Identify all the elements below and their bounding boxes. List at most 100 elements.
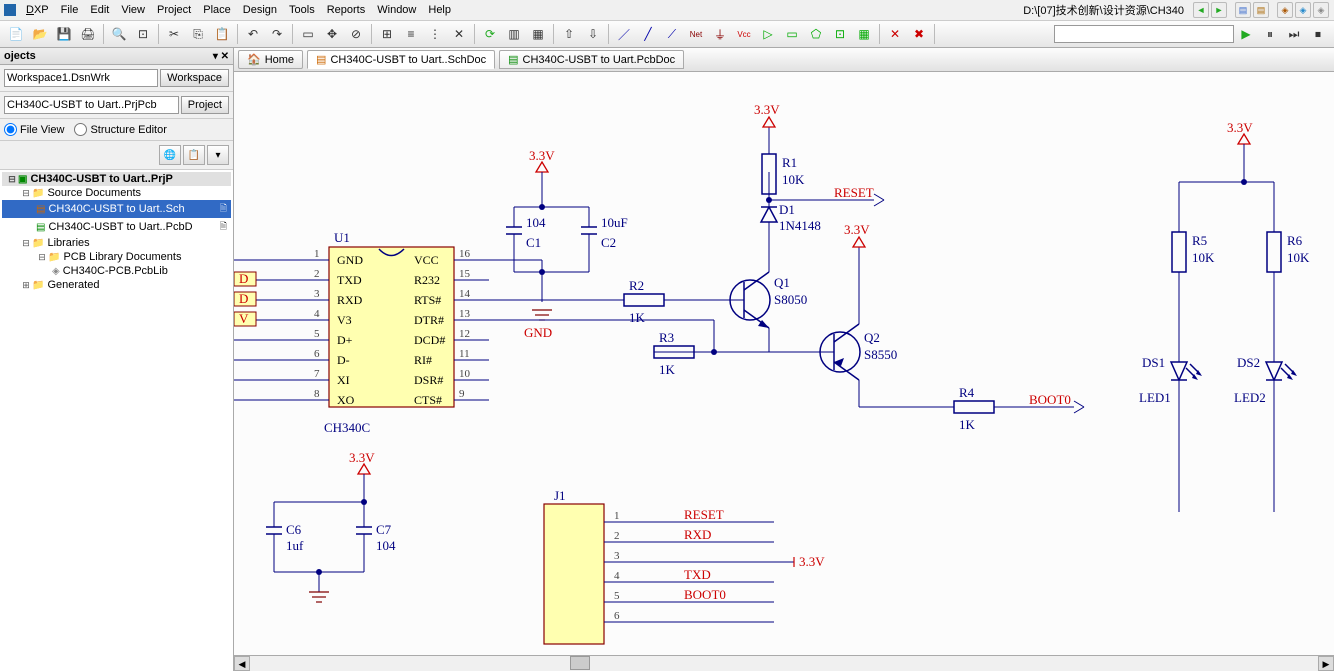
- btn5[interactable]: ◈: [1313, 2, 1329, 18]
- panel-pin-icon[interactable]: ▾ ✕: [213, 51, 229, 62]
- menu-view[interactable]: View: [115, 2, 151, 18]
- scroll-thumb[interactable]: [570, 656, 590, 670]
- tb-bus-icon[interactable]: ╱: [637, 23, 659, 45]
- tb-copy-icon[interactable]: ⎘: [187, 23, 209, 45]
- tree-pcblib[interactable]: ◈CH340C-PCB.PcbLib: [2, 264, 231, 278]
- svg-text:D+: D+: [337, 333, 353, 347]
- svg-text:10K: 10K: [1192, 250, 1215, 265]
- svg-text:3: 3: [614, 550, 620, 562]
- svg-text:VCC: VCC: [414, 253, 439, 267]
- tb-stop-icon[interactable]: ⏹: [1307, 23, 1329, 45]
- tb-move-icon[interactable]: ✥: [321, 23, 343, 45]
- svg-text:2: 2: [314, 268, 320, 280]
- svg-text:3: 3: [314, 288, 320, 300]
- search-input[interactable]: [1054, 25, 1234, 43]
- nav-fwd-button[interactable]: ►: [1211, 2, 1227, 18]
- tb-zoomfit-icon[interactable]: ⊡: [132, 23, 154, 45]
- tb-save-icon[interactable]: 💾: [53, 23, 75, 45]
- btn1[interactable]: ▤: [1235, 2, 1251, 18]
- tb-part-icon[interactable]: ▷: [757, 23, 779, 45]
- menu-edit[interactable]: Edit: [84, 2, 115, 18]
- tb-cfg-icon[interactable]: ▥: [503, 23, 525, 45]
- menu-place[interactable]: Place: [197, 2, 237, 18]
- u1-pin-nums-left: 1 2 3 4 5 6 7 8: [294, 248, 329, 400]
- menu-window[interactable]: Window: [371, 2, 422, 18]
- panel-btn1-icon[interactable]: 🌐: [159, 145, 181, 165]
- tree-libraries[interactable]: ⊟📁Libraries: [2, 236, 231, 250]
- btn2[interactable]: ▤: [1253, 2, 1269, 18]
- tb-close-icon[interactable]: ✖: [908, 23, 930, 45]
- tb-gnd-icon[interactable]: ⏚: [709, 23, 731, 45]
- menu-project[interactable]: Project: [151, 2, 197, 18]
- tb-harness-icon[interactable]: ▦: [853, 23, 875, 45]
- tb-step-icon[interactable]: ⏭: [1283, 23, 1305, 45]
- tb-refresh-icon[interactable]: ⟳: [479, 23, 501, 45]
- tb-down-icon[interactable]: ⇩: [582, 23, 604, 45]
- tb-cross-icon[interactable]: ✕: [448, 23, 470, 45]
- tb-cut-icon[interactable]: ✂: [163, 23, 185, 45]
- tb-noerc-icon[interactable]: ✕: [884, 23, 906, 45]
- tree-generated[interactable]: ⊞📁Generated: [2, 278, 231, 292]
- tree-pcb-lib-docs[interactable]: ⊟📁PCB Library Documents: [2, 250, 231, 264]
- btn4[interactable]: ◈: [1295, 2, 1311, 18]
- scroll-track[interactable]: [250, 656, 1318, 671]
- tb-desel-icon[interactable]: ⊘: [345, 23, 367, 45]
- tree-project-root[interactable]: ⊟▣CH340C-USBT to Uart..PrjP: [2, 172, 231, 186]
- tb-dist-icon[interactable]: ⋮: [424, 23, 446, 45]
- svg-text:RXD: RXD: [684, 527, 711, 542]
- scroll-right-icon[interactable]: ▶: [1318, 656, 1334, 671]
- tb-print-icon[interactable]: 🖨: [77, 23, 99, 45]
- tb-align-icon[interactable]: ≡: [400, 23, 422, 45]
- project-tree[interactable]: ⊟▣CH340C-USBT to Uart..PrjP ⊟📁Source Doc…: [0, 170, 233, 671]
- svg-text:14: 14: [459, 288, 471, 300]
- tb-pause-icon[interactable]: ⏸: [1259, 23, 1281, 45]
- menu-reports[interactable]: Reports: [321, 2, 372, 18]
- tb-run-icon[interactable]: ▶: [1235, 23, 1257, 45]
- tb-filter-icon[interactable]: ▦: [527, 23, 549, 45]
- tb-port-icon[interactable]: ⬠: [805, 23, 827, 45]
- tb-wire-icon[interactable]: ／: [613, 23, 635, 45]
- tb-grid-icon[interactable]: ⊞: [376, 23, 398, 45]
- workspace-input[interactable]: [4, 69, 158, 87]
- workspace-button[interactable]: Workspace: [160, 69, 229, 87]
- tb-conn-icon[interactable]: ⊡: [829, 23, 851, 45]
- panel-btn3-icon[interactable]: ▾: [207, 145, 229, 165]
- tb-sel-icon[interactable]: ▭: [297, 23, 319, 45]
- panel-btn2-icon[interactable]: 📋: [183, 145, 205, 165]
- tb-new-icon[interactable]: 📄: [5, 23, 27, 45]
- tab-pcb[interactable]: ▤ CH340C-USBT to Uart.PcbDoc: [499, 50, 684, 69]
- svg-text:D: D: [239, 291, 248, 306]
- horizontal-scrollbar[interactable]: ◀ ▶: [234, 655, 1334, 671]
- tb-zoom-icon[interactable]: 🔍: [108, 23, 130, 45]
- menu-dxp[interactable]: DXP: [20, 2, 55, 18]
- tb-net-icon[interactable]: Net: [685, 23, 707, 45]
- tb-busent-icon[interactable]: ⟋: [661, 23, 683, 45]
- tree-pcbdoc[interactable]: ▤CH340C-USBT to Uart..PcbD🗎: [2, 218, 231, 236]
- tb-up-icon[interactable]: ⇧: [558, 23, 580, 45]
- tree-schematic[interactable]: ▤CH340C-USBT to Uart..Sch🗎: [2, 200, 231, 218]
- tab-schematic[interactable]: ▤ CH340C-USBT to Uart..SchDoc: [307, 50, 495, 69]
- project-button[interactable]: Project: [181, 96, 229, 114]
- svg-text:4: 4: [314, 308, 320, 320]
- tb-redo-icon[interactable]: ↷: [266, 23, 288, 45]
- nav-back-button[interactable]: ◄: [1193, 2, 1209, 18]
- fileview-radio[interactable]: File View: [4, 123, 64, 136]
- tb-sheet-icon[interactable]: ▭: [781, 23, 803, 45]
- menu-design[interactable]: Design: [237, 2, 283, 18]
- schematic-canvas[interactable]: U1 CH340C GND TXD RXD V3 D+ D- XI XO VCC…: [234, 72, 1334, 655]
- tb-vcc-icon[interactable]: Vcc: [733, 23, 755, 45]
- tb-open-icon[interactable]: 📂: [29, 23, 51, 45]
- tree-source-docs[interactable]: ⊟📁Source Documents: [2, 186, 231, 200]
- tb-paste-icon[interactable]: 📋: [211, 23, 233, 45]
- svg-text:V: V: [239, 311, 249, 326]
- menu-tools[interactable]: Tools: [283, 2, 321, 18]
- menu-help[interactable]: Help: [422, 2, 457, 18]
- menu-file[interactable]: File: [55, 2, 85, 18]
- home-button[interactable]: 🏠 Home: [238, 50, 303, 69]
- btn3[interactable]: ◈: [1277, 2, 1293, 18]
- structure-radio[interactable]: Structure Editor: [74, 123, 166, 136]
- document-tabs: 🏠 Home ▤ CH340C-USBT to Uart..SchDoc ▤ C…: [234, 48, 1334, 72]
- project-input[interactable]: [4, 96, 179, 114]
- scroll-left-icon[interactable]: ◀: [234, 656, 250, 671]
- tb-undo-icon[interactable]: ↶: [242, 23, 264, 45]
